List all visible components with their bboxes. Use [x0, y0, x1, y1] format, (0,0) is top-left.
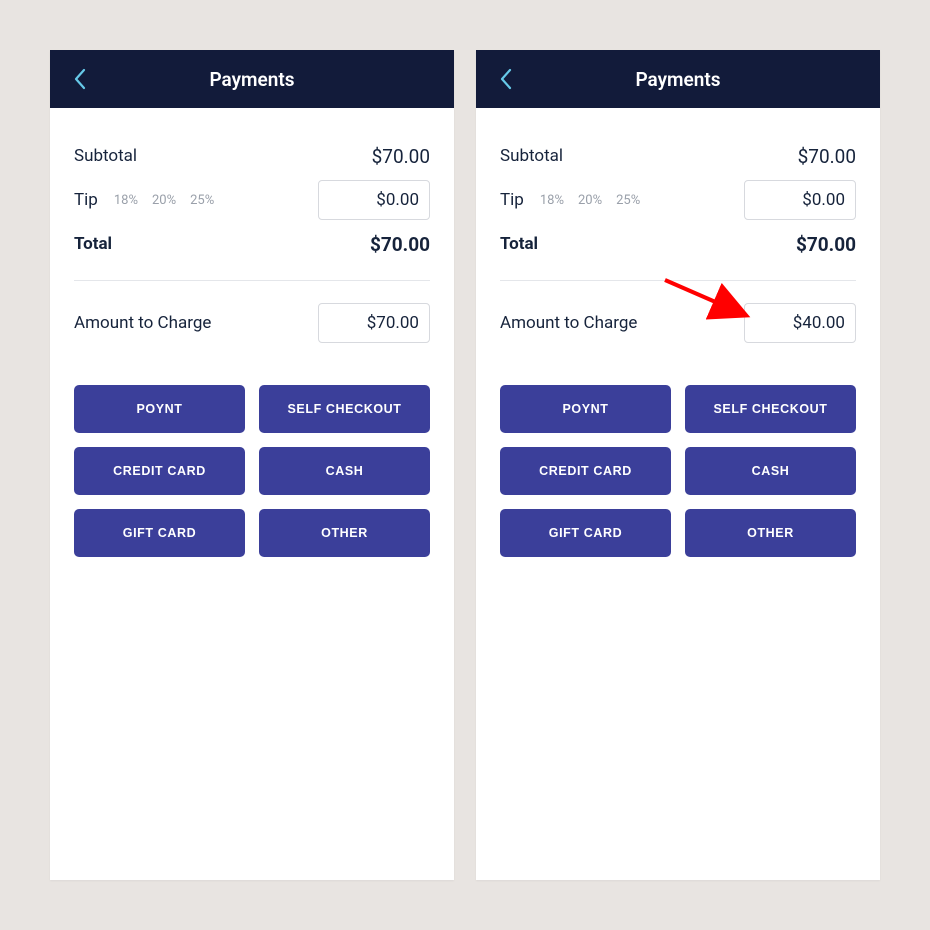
tip-row: Tip 18% 20% 25% $0.00	[74, 178, 430, 222]
self-checkout-button[interactable]: SELF CHECKOUT	[685, 385, 856, 433]
payments-screen-right: Payments Subtotal $70.00 Tip 18% 20% 25%…	[476, 50, 880, 880]
subtotal-value: $70.00	[798, 145, 856, 168]
self-checkout-button[interactable]: SELF CHECKOUT	[259, 385, 430, 433]
total-value: $70.00	[796, 233, 856, 256]
back-button[interactable]	[68, 67, 92, 91]
total-row: Total $70.00	[74, 222, 430, 266]
total-label: Total	[500, 234, 538, 254]
total-value: $70.00	[370, 233, 430, 256]
poynt-button[interactable]: POYNT	[74, 385, 245, 433]
tip-input[interactable]: $0.00	[318, 180, 430, 220]
credit-card-button[interactable]: CREDIT CARD	[500, 447, 671, 495]
tip-option-20[interactable]: 20%	[578, 193, 602, 208]
subtotal-label: Subtotal	[74, 146, 137, 166]
tip-option-25[interactable]: 25%	[190, 193, 214, 208]
subtotal-label: Subtotal	[500, 146, 563, 166]
tip-row: Tip 18% 20% 25% $0.00	[500, 178, 856, 222]
subtotal-row: Subtotal $70.00	[74, 134, 430, 178]
divider	[500, 280, 856, 281]
other-button[interactable]: OTHER	[685, 509, 856, 557]
page-title: Payments	[476, 68, 880, 91]
gift-card-button[interactable]: GIFT CARD	[500, 509, 671, 557]
chevron-left-icon	[499, 68, 513, 90]
chevron-left-icon	[73, 68, 87, 90]
gift-card-button[interactable]: GIFT CARD	[74, 509, 245, 557]
credit-card-button[interactable]: CREDIT CARD	[74, 447, 245, 495]
total-label: Total	[74, 234, 112, 254]
payments-screen-left: Payments Subtotal $70.00 Tip 18% 20% 25%…	[50, 50, 454, 880]
amount-to-charge-row: Amount to Charge $70.00	[74, 301, 430, 345]
subtotal-row: Subtotal $70.00	[500, 134, 856, 178]
content-area: Subtotal $70.00 Tip 18% 20% 25% $0.00 To…	[476, 108, 880, 557]
amount-to-charge-label: Amount to Charge	[74, 313, 211, 333]
amount-to-charge-row: Amount to Charge $40.00	[500, 301, 856, 345]
payment-button-grid: POYNT SELF CHECKOUT CREDIT CARD CASH GIF…	[500, 385, 856, 557]
total-row: Total $70.00	[500, 222, 856, 266]
payment-button-grid: POYNT SELF CHECKOUT CREDIT CARD CASH GIF…	[74, 385, 430, 557]
amount-to-charge-label: Amount to Charge	[500, 313, 637, 333]
amount-to-charge-input[interactable]: $70.00	[318, 303, 430, 343]
tip-option-25[interactable]: 25%	[616, 193, 640, 208]
tip-option-20[interactable]: 20%	[152, 193, 176, 208]
page-title: Payments	[50, 68, 454, 91]
header-bar: Payments	[476, 50, 880, 108]
other-button[interactable]: OTHER	[259, 509, 430, 557]
amount-to-charge-input[interactable]: $40.00	[744, 303, 856, 343]
content-area: Subtotal $70.00 Tip 18% 20% 25% $0.00 To…	[50, 108, 454, 557]
subtotal-value: $70.00	[372, 145, 430, 168]
back-button[interactable]	[494, 67, 518, 91]
tip-label: Tip	[500, 190, 524, 210]
tip-option-18[interactable]: 18%	[114, 193, 138, 208]
tip-input[interactable]: $0.00	[744, 180, 856, 220]
cash-button[interactable]: CASH	[259, 447, 430, 495]
cash-button[interactable]: CASH	[685, 447, 856, 495]
tip-left-group: Tip 18% 20% 25%	[500, 190, 640, 210]
header-bar: Payments	[50, 50, 454, 108]
tip-option-18[interactable]: 18%	[540, 193, 564, 208]
divider	[74, 280, 430, 281]
tip-label: Tip	[74, 190, 98, 210]
tip-left-group: Tip 18% 20% 25%	[74, 190, 214, 210]
poynt-button[interactable]: POYNT	[500, 385, 671, 433]
